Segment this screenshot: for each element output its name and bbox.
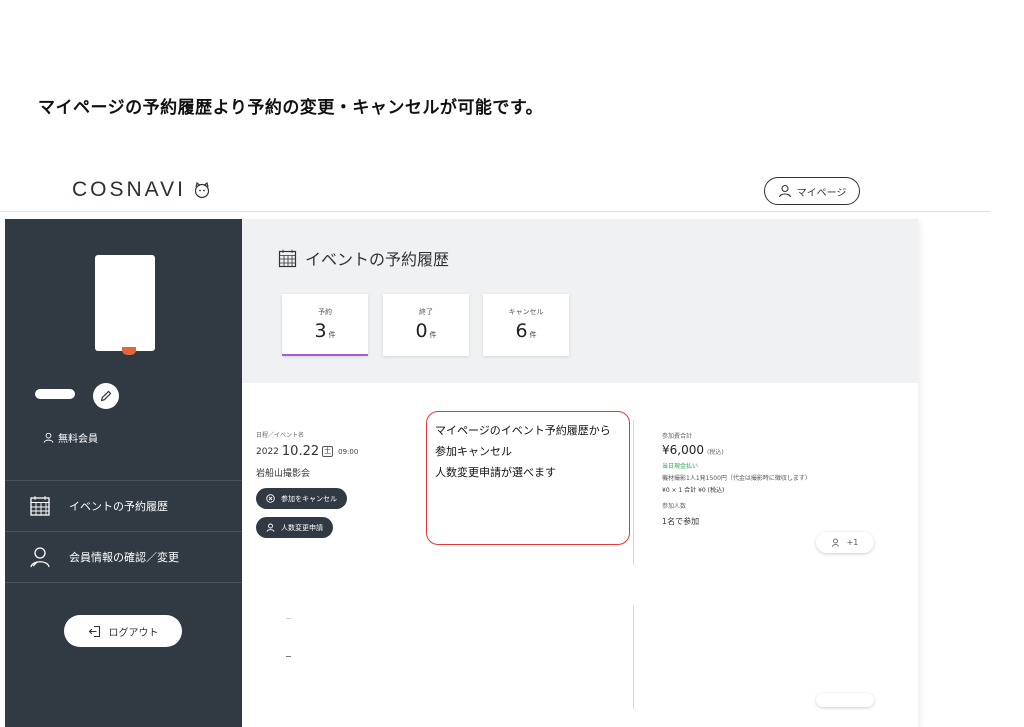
event-day: 10.22 bbox=[281, 444, 320, 459]
sidebar-item-label: 会員情報の確認／変更 bbox=[69, 551, 179, 564]
user-edit-icon bbox=[30, 547, 50, 568]
edit-profile-button[interactable] bbox=[93, 383, 119, 409]
user-icon bbox=[778, 184, 791, 198]
logo-text: COSNAVI bbox=[72, 178, 186, 201]
user-icon bbox=[43, 432, 54, 443]
event-year: 2022 bbox=[256, 446, 279, 457]
event-date: 2022 10.22 土 09:00 bbox=[256, 444, 358, 459]
add-person-button[interactable]: +1 bbox=[816, 532, 874, 553]
price-section: 参加費合計 ¥6,000 (税込) 当日現金払い 機材撮影1人1発1500円（代金… bbox=[662, 431, 867, 527]
price-tax: (税込) bbox=[707, 449, 724, 456]
member-type: 無料会員 bbox=[58, 434, 98, 445]
mypage-button[interactable]: マイページ bbox=[764, 177, 860, 205]
change-people-label: 人数変更申請 bbox=[281, 523, 323, 532]
calendar-icon bbox=[30, 496, 50, 516]
price-note: 機材撮影1人1発1500円（代金は撮影時に徴収します） bbox=[662, 475, 811, 482]
price-amount-row: ¥6,000 (税込) bbox=[662, 443, 867, 457]
placeholder-dash bbox=[286, 656, 291, 657]
tab-label: 予約 bbox=[318, 308, 332, 316]
tab-label: キャンセル bbox=[508, 308, 544, 316]
annotation-line: 人数変更申請が選べます bbox=[435, 466, 556, 479]
column-divider bbox=[633, 420, 634, 565]
price-label: 参加費合計 bbox=[662, 433, 693, 440]
tab-count: 6 bbox=[515, 320, 528, 342]
tab-unit: 件 bbox=[328, 331, 336, 339]
payment-method: 当日現金払い bbox=[662, 463, 699, 470]
page-title: イベントの予約履歴 bbox=[278, 246, 449, 270]
sidebar: 無料会員 イベントの予約履歴 会員情報の確認／変更 ログアウト bbox=[5, 219, 242, 727]
user-plus-icon bbox=[831, 538, 839, 547]
tab-unit: 件 bbox=[429, 331, 437, 339]
logout-label: ログアウト bbox=[108, 627, 159, 639]
sidebar-divider bbox=[5, 582, 242, 583]
logout-button[interactable]: ログアウト bbox=[64, 615, 182, 647]
annotation-box: マイページのイベント予約履歴から 参加キャンセル 人数変更申請が選べます bbox=[426, 411, 630, 545]
tab-count: 3 bbox=[314, 320, 327, 342]
avatar-accent bbox=[122, 347, 136, 355]
placeholder-dash bbox=[286, 618, 291, 619]
event-label: 日程／イベント名 bbox=[256, 432, 305, 439]
main-header: イベントの予約履歴 予約 3件 終了 0件 キャンセル 6件 bbox=[242, 219, 918, 383]
user-name-redacted bbox=[35, 389, 75, 399]
annotation-line: 参加キャンセル bbox=[435, 445, 512, 458]
close-circle-icon bbox=[266, 494, 275, 503]
add-person-label: +1 bbox=[846, 538, 859, 547]
price-amount: ¥6,000 bbox=[662, 443, 704, 457]
header-divider bbox=[0, 211, 990, 212]
change-people-button[interactable]: 人数変更申請 bbox=[256, 517, 333, 538]
tab-reserved[interactable]: 予約 3件 bbox=[282, 294, 368, 356]
event-name: 岩船山撮影会 bbox=[256, 469, 311, 479]
logout-icon bbox=[88, 625, 100, 637]
mypage-label: マイページ bbox=[796, 187, 847, 199]
cancel-participation-button[interactable]: 参加をキャンセル bbox=[256, 488, 347, 509]
calendar-icon bbox=[278, 249, 297, 267]
tab-unit: 件 bbox=[529, 331, 537, 339]
people-count: 1名で参加 bbox=[662, 517, 700, 526]
sidebar-item-account-info[interactable]: 会員情報の確認／変更 bbox=[5, 532, 242, 582]
pencil-icon bbox=[100, 390, 112, 402]
tab-finished[interactable]: 終了 0件 bbox=[383, 294, 469, 356]
sidebar-item-reservation-history[interactable]: イベントの予約履歴 bbox=[5, 481, 242, 531]
column-divider bbox=[633, 605, 634, 709]
user-icon bbox=[266, 523, 275, 532]
tab-cancelled[interactable]: キャンセル 6件 bbox=[483, 294, 569, 356]
avatar bbox=[95, 255, 155, 351]
event-weekday: 土 bbox=[322, 446, 334, 457]
cancel-participation-label: 参加をキャンセル bbox=[281, 494, 337, 503]
sidebar-item-label: イベントの予約履歴 bbox=[69, 500, 168, 513]
add-person-button[interactable] bbox=[816, 693, 874, 707]
event-time: 09:00 bbox=[338, 447, 359, 456]
mascot-icon bbox=[194, 181, 210, 199]
tab-label: 終了 bbox=[419, 308, 433, 316]
price-calc: ¥0 × 1 合計 ¥0 (税込) bbox=[662, 487, 725, 494]
annotation-line: マイページのイベント予約履歴から bbox=[435, 424, 611, 437]
page-title-text: イベントの予約履歴 bbox=[305, 250, 450, 269]
tab-count: 0 bbox=[415, 320, 428, 342]
member-status: 無料会員 bbox=[43, 430, 98, 445]
logo[interactable]: COSNAVI bbox=[72, 178, 212, 202]
page-caption: マイページの予約履歴より予約の変更・キャンセルが可能です。 bbox=[38, 98, 544, 118]
people-label: 参加人数 bbox=[662, 503, 687, 510]
